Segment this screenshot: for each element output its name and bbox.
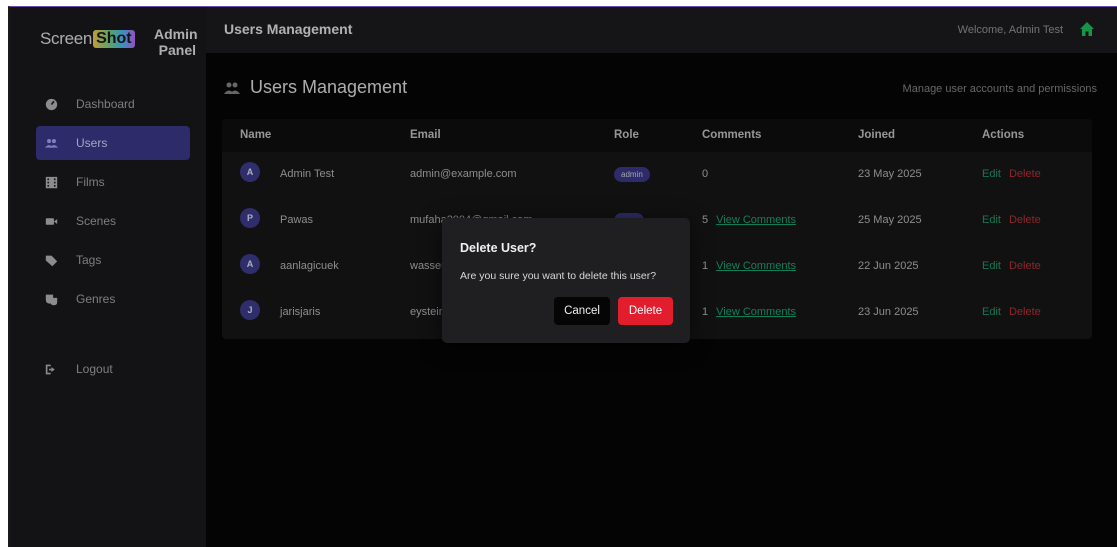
delete-user-dialog: Delete User? Are you sure you want to de…	[442, 218, 690, 343]
app-window: Screen Shot Admin Panel Dashboard Users	[8, 6, 1117, 547]
dialog-title: Delete User?	[460, 241, 537, 255]
cancel-button[interactable]: Cancel	[554, 297, 610, 325]
confirm-delete-button[interactable]: Delete	[618, 297, 673, 325]
dialog-message: Are you sure you want to delete this use…	[460, 270, 657, 282]
